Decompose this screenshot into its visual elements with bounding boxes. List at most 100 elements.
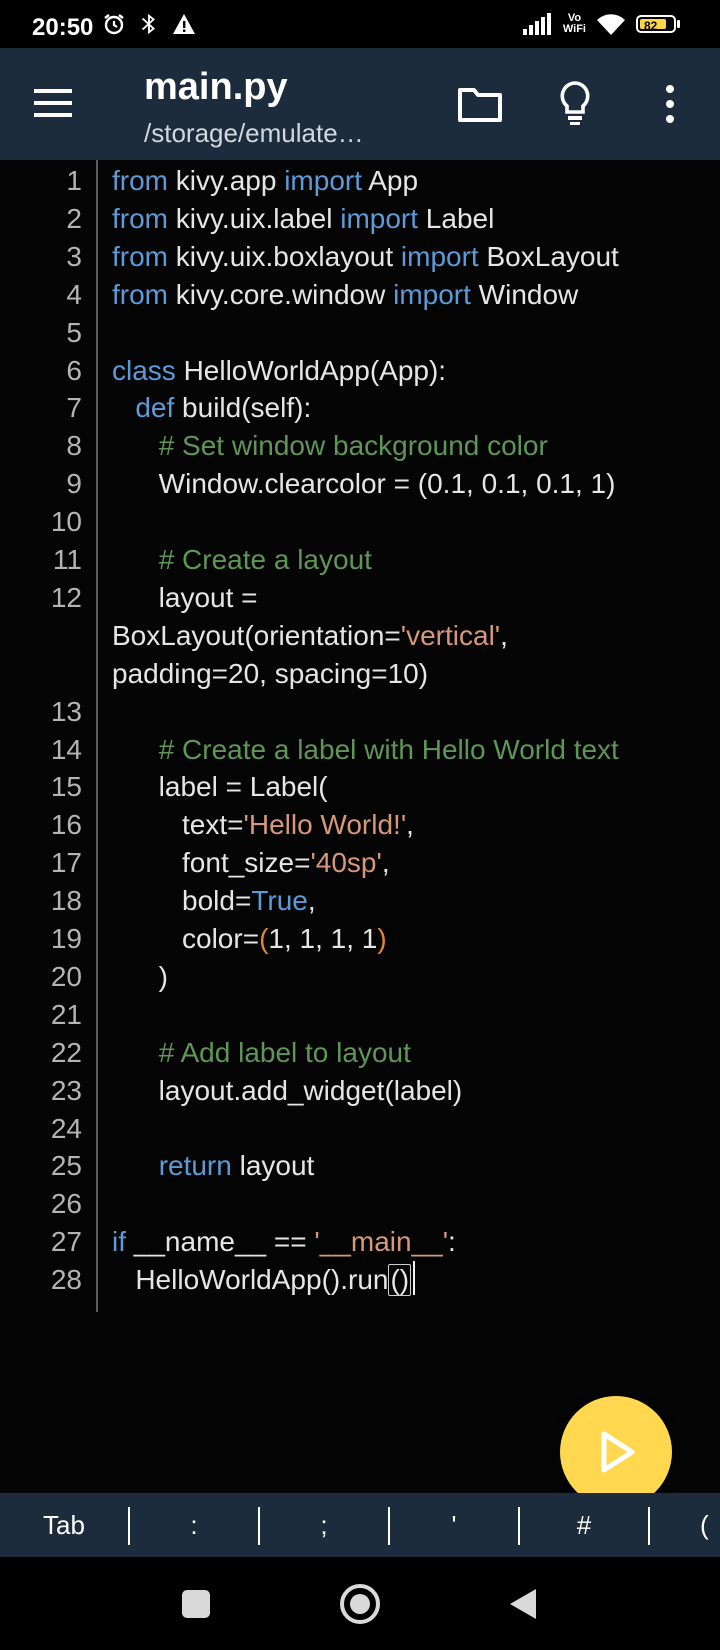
code-token: HelloWorldApp(App): — [175, 354, 447, 386]
code-token: kivy.uix.label — [168, 202, 341, 234]
code-text: from kivy.uix.label import Label — [112, 200, 494, 238]
code-token: layout = — [112, 581, 258, 613]
code-line[interactable]: 15 label = Label( — [0, 768, 720, 806]
key-quote[interactable]: ' — [390, 1493, 518, 1557]
code-token: kivy.uix.boxlayout — [168, 240, 401, 272]
line-number: 26 — [50, 1188, 82, 1220]
code-line[interactable]: 14 # Create a label with Hello World tex… — [0, 731, 720, 769]
code-line[interactable]: 25 return layout — [0, 1147, 720, 1185]
key-open-paren[interactable]: ( — [700, 1493, 720, 1557]
battery-level: 82 — [644, 19, 658, 33]
line-number: 12 — [50, 581, 82, 613]
code-token: , — [307, 885, 316, 917]
file-title: main.py — [144, 66, 288, 108]
line-number: 1 — [66, 165, 82, 196]
code-line[interactable]: 20 ) — [0, 958, 720, 996]
line-number: 23 — [50, 1074, 82, 1106]
code-line[interactable]: 1 from kivy.app import App — [0, 162, 720, 200]
key-tab[interactable]: Tab — [0, 1493, 128, 1557]
code-line[interactable]: 16 text='Hello World!', — [0, 806, 720, 844]
code-token: HelloWorldApp().run — [112, 1264, 389, 1296]
code-text: layout.add_widget(label) — [112, 1072, 463, 1110]
system-nav-bar — [0, 1557, 720, 1650]
code-token: BoxLayout(orientation= — [112, 619, 401, 651]
code-line[interactable]: 22 # Add label to layout — [0, 1034, 720, 1072]
code-line[interactable]: 27 if __name__ == '__main__': — [0, 1223, 720, 1261]
code-token: , — [500, 619, 508, 651]
lightbulb-icon[interactable] — [558, 80, 592, 126]
string-token: '__main__' — [314, 1226, 449, 1258]
line-number: 19 — [50, 923, 82, 954]
code-line[interactable]: 5 — [0, 314, 720, 352]
key-semicolon[interactable]: ; — [260, 1493, 388, 1557]
recents-square-icon[interactable] — [181, 1589, 211, 1619]
line-number: 14 — [50, 733, 82, 765]
code-line[interactable]: 8 # Set window background color — [0, 427, 720, 465]
code-line[interactable]: 23 layout.add_widget(label) — [0, 1072, 720, 1110]
text-caret — [413, 1261, 416, 1296]
code-line[interactable]: 4 from kivy.core.window import Window — [0, 276, 720, 314]
key-colon[interactable]: : — [130, 1493, 258, 1557]
line-number: 15 — [50, 771, 82, 803]
code-text: label = Label( — [112, 768, 328, 806]
code-line[interactable]: 28 HelloWorldApp().run() — [0, 1261, 720, 1299]
code-line[interactable]: 7 def build(self): — [0, 389, 720, 427]
code-token: BoxLayout — [478, 240, 619, 272]
code-line[interactable]: 3 from kivy.uix.boxlayout import BoxLayou… — [0, 238, 720, 276]
comment-token: # Create a layout — [158, 544, 372, 575]
key-hash[interactable]: # — [520, 1493, 648, 1557]
line-number: 17 — [50, 847, 82, 879]
matched-brackets: () — [388, 1264, 412, 1297]
run-button[interactable] — [560, 1396, 672, 1508]
code-line[interactable]: 19 color=(1, 1, 1, 1) — [0, 920, 720, 958]
home-circle-icon[interactable] — [339, 1583, 381, 1625]
code-line[interactable]: 21 — [0, 996, 720, 1034]
code-line[interactable]: 17 font_size='40sp', — [0, 844, 720, 882]
menu-icon[interactable] — [34, 86, 74, 120]
code-line[interactable]: 2 from kivy.uix.label import Label — [0, 200, 720, 238]
code-text: from kivy.app import App — [112, 162, 418, 200]
code-text: class HelloWorldApp(App): — [112, 352, 446, 390]
folder-icon[interactable] — [458, 86, 502, 122]
code-editor[interactable]: 1 from kivy.app import App 2 from kivy.uix.… — [0, 160, 720, 1493]
code-line[interactable]: padding=20, spacing=10) — [0, 655, 720, 693]
back-triangle-icon[interactable] — [508, 1587, 538, 1621]
line-number: 28 — [50, 1264, 82, 1296]
keyword-token: class — [112, 354, 176, 386]
code-text: from kivy.core.window import Window — [112, 276, 578, 314]
line-number: 13 — [50, 695, 82, 727]
code-text: color=(1, 1, 1, 1) — [112, 920, 387, 958]
code-line[interactable]: 10 — [0, 503, 720, 541]
keyword-token: True — [251, 885, 308, 917]
code-line[interactable]: 13 — [0, 693, 720, 731]
line-number: 27 — [50, 1226, 82, 1258]
keyword-token: from — [112, 278, 168, 310]
code-line[interactable]: 12 layout = — [0, 579, 720, 617]
code-text: layout = — [112, 579, 258, 617]
code-text: def build(self): — [112, 389, 311, 427]
warning-icon — [173, 14, 195, 34]
comment-token: # Create a label with Hello World text — [158, 733, 619, 765]
code-line[interactable]: 9 Window.clearcolor = (0.1, 0.1, 0.1, 1) — [0, 465, 720, 503]
comment-token: # Set window background color — [158, 430, 548, 462]
code-line[interactable]: 6 class HelloWorldApp(App): — [0, 352, 720, 390]
code-line[interactable]: 26 — [0, 1185, 720, 1223]
code-line[interactable]: 11 # Create a layout — [0, 541, 720, 579]
extra-keys-bar: Tab : ; ' # ( — [0, 1493, 720, 1557]
line-number: 22 — [50, 1036, 82, 1068]
code-line[interactable]: 24 — [0, 1110, 720, 1148]
line-number: 9 — [66, 468, 82, 500]
code-text: text='Hello World!', — [112, 806, 414, 844]
line-number: 25 — [50, 1150, 82, 1182]
code-line[interactable]: BoxLayout(orientation='vertical', — [0, 617, 720, 655]
code-token: __name__ == — [126, 1226, 315, 1258]
line-number: 4 — [66, 278, 82, 310]
code-token: App — [362, 165, 419, 196]
line-number: 21 — [50, 998, 82, 1030]
code-line[interactable]: 18 bold=True, — [0, 882, 720, 920]
code-text: return layout — [112, 1147, 315, 1185]
more-vert-icon[interactable] — [660, 84, 680, 124]
string-token: 'vertical' — [400, 619, 501, 651]
